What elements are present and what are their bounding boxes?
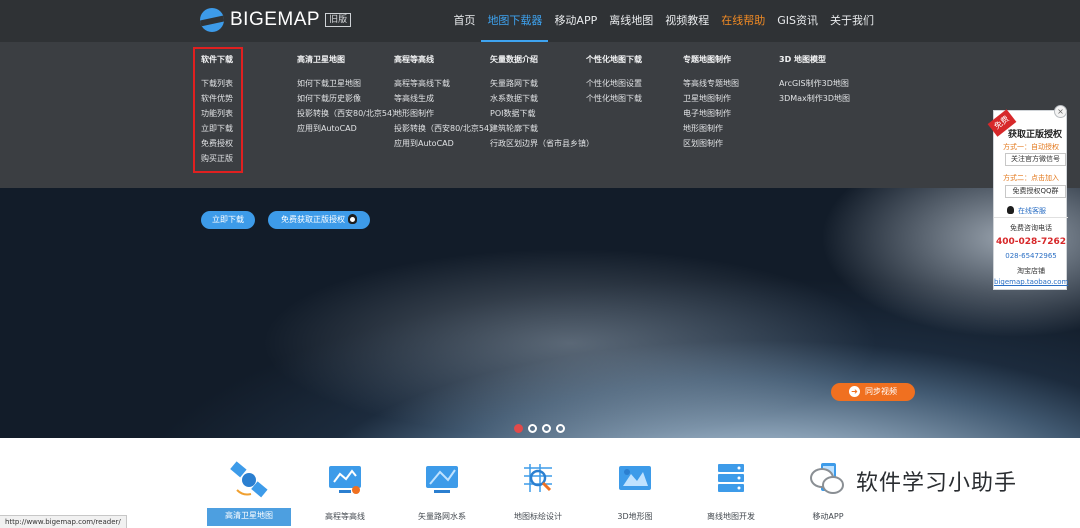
menu-item[interactable]: 高程等高线下载 [394, 78, 450, 89]
menu-item[interactable]: 建筑轮廓下载 [490, 123, 538, 134]
3d-terrain-icon [619, 466, 651, 490]
feature-label: 地图标绘设计 [514, 512, 562, 521]
online-service-link[interactable]: 在线客服 [1007, 206, 1046, 216]
menu-item[interactable]: ArcGIS制作3D地图 [779, 78, 849, 89]
license-side-widget: × 免费 获取正版授权 方式一：自动授权 关注官方微信号 方式二：点击加入 免费… [987, 105, 1068, 290]
contour-monitor-icon [329, 466, 361, 494]
online-service-label: 在线客服 [1018, 207, 1046, 215]
carousel-dot[interactable] [556, 424, 565, 433]
taobao-shop-label: 淘宝店铺 [1017, 267, 1045, 275]
menu-item[interactable]: 应用到AutoCAD [394, 138, 454, 149]
nav-offline-map[interactable]: 离线地图 [603, 0, 659, 42]
menu-heading[interactable]: 3D 地图模型 [779, 54, 826, 65]
browser-status-url: http://www.bigemap.com/reader/ [0, 515, 127, 528]
server-stack-icon [718, 464, 744, 492]
menu-heading[interactable]: 专题地图制作 [683, 54, 731, 65]
nav-about-us[interactable]: 关于我们 [824, 0, 880, 42]
feature-label: 高清卫星地图 [207, 508, 291, 526]
watermark-text: 软件学习小助手 [856, 471, 1018, 496]
menu-item[interactable]: 地形图制作 [394, 108, 434, 119]
menu-item[interactable]: POI数据下载 [490, 108, 535, 119]
road-network-monitor-icon [426, 466, 458, 493]
mega-menu-dropdown: 软件下载 下载列表 软件优势 功能列表 立即下载 免费授权 购买正版 高清卫星地… [0, 42, 1080, 188]
carousel-dots [514, 424, 565, 433]
logo-text: BIGEMAP [230, 9, 321, 30]
hotline-number: 400-028-7262 [995, 237, 1067, 247]
logo[interactable]: BIGEMAP 旧版 [200, 8, 352, 32]
nav-gis-news[interactable]: GIS资讯 [771, 0, 824, 42]
free-license-button[interactable]: 免费获取正版授权 [268, 211, 370, 229]
menu-item[interactable]: 水系数据下载 [490, 93, 538, 104]
menu-item[interactable]: 等高线生成 [394, 93, 434, 104]
hotline-label: 免费咨询电话 [1010, 224, 1052, 232]
menu-item[interactable]: 如何下载历史影像 [297, 93, 361, 104]
watermark: 软件学习小助手 [810, 465, 1017, 497]
arrow-right-icon: ➜ [849, 386, 860, 397]
menu-item[interactable]: 区划图制作 [683, 138, 723, 149]
feature-label: 离线地图开发 [707, 512, 755, 521]
top-navigation-bar: BIGEMAP 旧版 首页 地图下载器 移动APP 离线地图 视频教程 在线帮助… [0, 0, 1080, 42]
menu-item[interactable]: 地形图制作 [683, 123, 723, 134]
map-plotting-icon [524, 464, 552, 492]
wechat-icon [810, 466, 848, 496]
option-two-label: 方式二：点击加入 [1003, 174, 1059, 182]
feature-label: 高程等高线 [325, 512, 365, 521]
feature-label: 矢量路网水系 [418, 512, 466, 521]
qq-penguin-icon [1007, 206, 1014, 214]
taobao-shop-link[interactable]: bigemap.taobao.com [994, 278, 1068, 286]
free-license-label: 免费获取正版授权 [281, 215, 345, 224]
nav-mobile-app[interactable]: 移动APP [548, 0, 603, 42]
menu-item[interactable]: 如何下载卫星地图 [297, 78, 361, 89]
join-qq-group-button[interactable]: 免费授权QQ群 [1005, 185, 1066, 198]
menu-heading[interactable]: 矢量数据介绍 [490, 54, 538, 65]
phone-number-secondary: 028-65472965 [1005, 252, 1057, 260]
close-icon[interactable]: × [1054, 105, 1067, 118]
nav-map-downloader[interactable]: 地图下载器 [481, 0, 549, 42]
menu-heading[interactable]: 高程等高线 [394, 54, 434, 65]
menu-item[interactable]: 个性化地图设置 [586, 78, 642, 89]
nav-online-help[interactable]: 在线帮助 [715, 0, 771, 42]
highlight-annotation-box [193, 47, 243, 173]
menu-item[interactable]: 矢量路网下载 [490, 78, 538, 89]
main-nav: 首页 地图下载器 移动APP 离线地图 视频教程 在线帮助 GIS资讯 关于我们 [447, 0, 880, 42]
nav-home[interactable]: 首页 [447, 0, 481, 42]
divider [994, 217, 1068, 218]
feature-label: 3D地形图 [617, 512, 653, 521]
widget-title: 获取正版授权 [1008, 130, 1063, 140]
menu-item[interactable]: 个性化地图下载 [586, 93, 642, 104]
nav-video-tutorials[interactable]: 视频教程 [659, 0, 715, 42]
old-version-badge[interactable]: 旧版 [325, 13, 352, 27]
menu-item[interactable]: 等高线专题地图 [683, 78, 739, 89]
option-one-label: 方式一：自动授权 [1003, 143, 1059, 151]
sync-video-button[interactable]: ➜ 同步视频 [831, 383, 915, 401]
menu-heading[interactable]: 个性化地图下载 [586, 54, 642, 65]
carousel-dot[interactable] [528, 424, 537, 433]
sync-video-label: 同步视频 [865, 387, 897, 396]
hero-banner-earth [0, 188, 1080, 438]
bigemap-logo-icon [200, 8, 224, 32]
menu-item[interactable]: 3DMax制作3D地图 [779, 93, 850, 104]
menu-item[interactable]: 行政区划边界（省市县乡镇） [490, 138, 594, 149]
menu-heading[interactable]: 高清卫星地图 [297, 54, 345, 65]
menu-item[interactable]: 应用到AutoCAD [297, 123, 357, 134]
menu-item[interactable]: 电子地图制作 [683, 108, 731, 119]
menu-item[interactable]: 卫星地图制作 [683, 93, 731, 104]
feature-label: 移动APP [812, 512, 844, 521]
carousel-dot[interactable] [514, 424, 523, 433]
follow-wechat-button[interactable]: 关注官方微信号 [1005, 153, 1066, 166]
carousel-dot[interactable] [542, 424, 551, 433]
qq-penguin-icon [348, 214, 357, 224]
menu-item[interactable]: 投影转换（西安80/北京54） [394, 123, 497, 134]
download-now-button[interactable]: 立即下载 [201, 211, 255, 229]
satellite-icon [230, 461, 268, 498]
menu-item[interactable]: 投影转换（西安80/北京54） [297, 108, 400, 119]
